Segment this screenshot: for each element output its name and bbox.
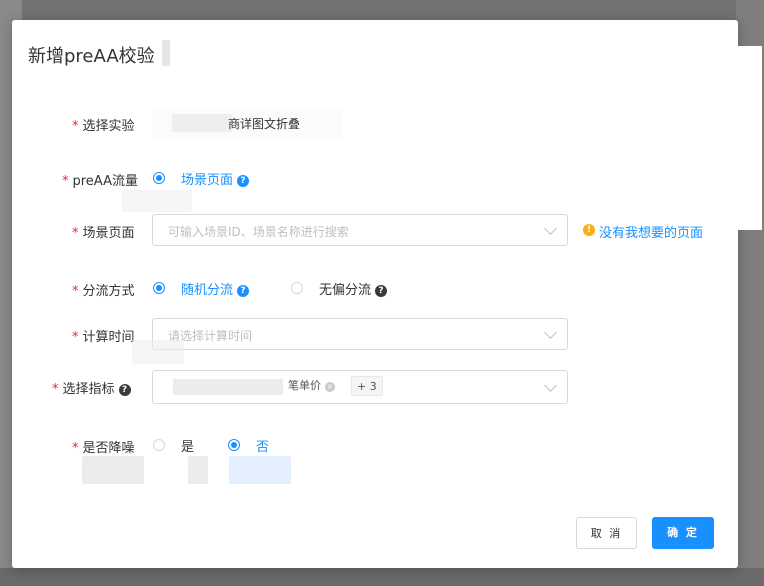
close-circle-icon[interactable]: ×: [325, 382, 335, 392]
denoise-radio-no[interactable]: [228, 439, 240, 451]
scene-page-select[interactable]: 可输入场景ID、场景名称进行搜索: [152, 214, 568, 246]
add-preaa-modal: 新增preAA校验 * 选择实验 商详图文折叠 * preAA流量 场景页面? * 场…: [12, 20, 762, 568]
row-scene-page: * 场景页面 可输入场景ID、场景名称进行搜索 ! 没有我想要的页面: [12, 214, 738, 248]
background-edge-bottom: [0, 568, 764, 586]
experiment-value: 商详图文折叠: [228, 117, 301, 131]
denoise-option-no[interactable]: 否: [256, 436, 269, 455]
row-metrics: * 选择指标? 笔单价 × + 3: [12, 370, 738, 404]
scene-page-placeholder: 可输入场景ID、场景名称进行搜索: [168, 225, 349, 239]
denoise-label-text: 是否降噪: [82, 441, 135, 456]
cancel-button[interactable]: 取 消: [576, 517, 637, 549]
split-radio-unbiased[interactable]: [291, 282, 303, 294]
scene-page-label-text: 场景页面: [82, 226, 135, 241]
metric-tag[interactable]: 笔单价 ×: [288, 376, 335, 396]
split-option-random[interactable]: 随机分流?: [181, 279, 250, 298]
modal-title: 新增preAA校验: [28, 46, 155, 67]
required-mark: *: [72, 441, 79, 456]
calc-time-label-text: 计算时间: [82, 330, 135, 345]
required-mark: *: [52, 382, 59, 397]
metric-tag-text: 笔单价: [288, 379, 321, 392]
split-radio-random[interactable]: [153, 282, 165, 294]
experiment-label: * 选择实验: [72, 115, 135, 134]
question-circle-icon[interactable]: ?: [118, 384, 131, 396]
row-calc-time: * 计算时间 请选择计算时间: [12, 318, 738, 364]
metrics-label-text: 选择指标: [62, 382, 115, 397]
metrics-select[interactable]: 笔单价 × + 3: [152, 370, 568, 404]
blur-remnant: [82, 456, 144, 484]
denoise-radio-yes[interactable]: [153, 439, 165, 451]
split-option-unbiased[interactable]: 无偏分流?: [319, 279, 388, 298]
split-option-unbiased-text: 无偏分流: [319, 283, 372, 298]
title-blur: [162, 40, 170, 66]
calc-time-select[interactable]: 请选择计算时间: [152, 318, 568, 350]
metrics-blur: [173, 379, 283, 395]
required-mark: *: [72, 284, 79, 299]
calc-time-label: * 计算时间: [72, 326, 135, 345]
denoise-option-yes[interactable]: 是: [181, 436, 194, 455]
experiment-label-text: 选择实验: [82, 119, 135, 134]
chevron-down-icon: [544, 326, 557, 339]
question-circle-icon[interactable]: ?: [237, 175, 250, 187]
split-option-random-text: 随机分流: [181, 283, 234, 298]
row-experiment: * 选择实验 商详图文折叠: [12, 107, 738, 141]
traffic-blur: [122, 190, 192, 212]
exclamation-circle-icon: !: [583, 224, 595, 236]
row-traffic: * preAA流量 场景页面?: [12, 162, 738, 212]
scene-page-label: * 场景页面: [72, 222, 135, 241]
chevron-down-icon: [544, 222, 557, 235]
required-mark: *: [72, 226, 79, 241]
required-mark: *: [72, 119, 79, 134]
split-method-label: * 分流方式: [72, 280, 135, 299]
required-mark: *: [62, 174, 69, 189]
calc-time-blur: [132, 340, 184, 364]
split-method-label-text: 分流方式: [82, 284, 135, 299]
metrics-label: * 选择指标?: [52, 378, 131, 397]
traffic-radio-scene[interactable]: [153, 172, 165, 184]
metric-more-tag[interactable]: + 3: [351, 376, 383, 396]
traffic-option-text: 场景页面: [181, 173, 234, 188]
ok-button[interactable]: 确 定: [652, 517, 714, 549]
traffic-label-text: preAA流量: [72, 174, 138, 189]
blur-remnant: [229, 456, 291, 484]
traffic-option-scene[interactable]: 场景页面?: [181, 169, 250, 188]
required-mark: *: [72, 330, 79, 345]
question-circle-icon[interactable]: ?: [237, 285, 250, 297]
traffic-label: * preAA流量: [62, 170, 138, 189]
question-circle-icon[interactable]: ?: [375, 285, 388, 297]
blur-remnant: [188, 456, 208, 484]
chevron-down-icon: [544, 379, 557, 392]
denoise-label: * 是否降噪: [72, 437, 135, 456]
row-split-method: * 分流方式 随机分流? 无偏分流?: [12, 272, 738, 306]
missing-page-link[interactable]: 没有我想要的页面: [599, 222, 703, 241]
